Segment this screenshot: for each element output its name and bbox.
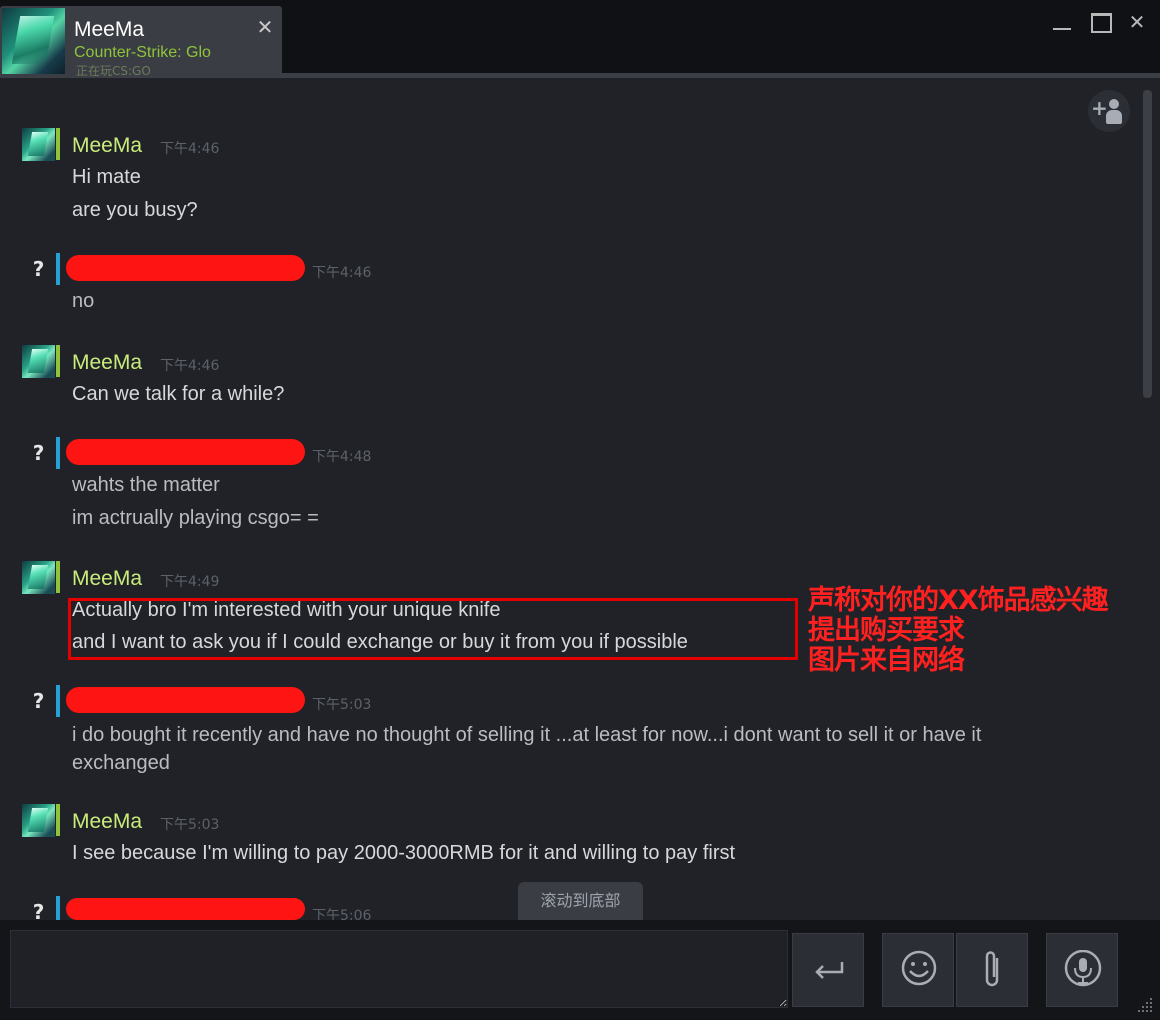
friend-indicator-bar xyxy=(56,804,60,836)
attach-button[interactable] xyxy=(956,933,1028,1007)
send-button[interactable] xyxy=(792,933,864,1007)
message-time: 下午5:03 xyxy=(312,697,372,713)
self-indicator-bar xyxy=(56,896,60,920)
emoji-button[interactable] xyxy=(882,933,954,1007)
sender-name[interactable]: MeeMa xyxy=(72,134,142,158)
friend-indicator-bar xyxy=(56,561,60,593)
tab-game-name: Counter-Strike: Glo xyxy=(74,44,211,61)
message-line: wahts the matter xyxy=(72,474,220,496)
friend-indicator-bar xyxy=(56,128,60,160)
message-time: 下午4:46 xyxy=(312,265,372,281)
meema-avatar[interactable] xyxy=(22,804,55,837)
message-input[interactable] xyxy=(10,930,788,1008)
message-time: 下午4:46 xyxy=(160,141,220,157)
maximize-icon[interactable] xyxy=(1088,10,1112,34)
self-indicator-bar xyxy=(56,437,60,469)
highlight-box xyxy=(68,598,798,660)
add-friend-icon[interactable] xyxy=(1088,90,1130,132)
message-time: 下午4:48 xyxy=(312,449,372,465)
message-time: 下午4:46 xyxy=(160,358,220,374)
chat-tab-meema[interactable]: MeeMa Counter-Strike: Glo 正在玩CS:GO ✕ xyxy=(0,6,282,78)
unknown-avatar-icon[interactable]: ? xyxy=(22,253,55,286)
minimize-icon[interactable] xyxy=(1050,10,1074,34)
friend-avatar xyxy=(2,8,65,74)
self-indicator-bar xyxy=(56,685,60,717)
send-icon xyxy=(815,962,844,979)
tab-close-icon[interactable]: ✕ xyxy=(256,17,274,37)
message-line: im actrually playing csgo= = xyxy=(72,507,319,529)
tab-status: 正在玩CS:GO xyxy=(76,64,151,78)
voice-button[interactable] xyxy=(1046,933,1118,1007)
microphone-icon xyxy=(1064,950,1102,987)
message-line: no xyxy=(72,290,95,312)
meema-avatar[interactable] xyxy=(22,128,55,161)
redacted-name xyxy=(66,439,305,465)
unknown-avatar-icon[interactable]: ? xyxy=(22,437,55,470)
message-line: are you busy? xyxy=(72,199,198,221)
tab-friend-name: MeeMa xyxy=(74,18,145,41)
emoji-icon xyxy=(901,950,937,986)
message-line: i do bought it recently and have no thou… xyxy=(72,724,982,774)
annotation-line: 图片来自网络 xyxy=(808,645,965,676)
self-indicator-bar xyxy=(56,253,60,285)
unknown-avatar-icon[interactable]: ? xyxy=(22,685,55,718)
message-line: I see because I'm willing to pay 2000-30… xyxy=(72,842,736,864)
sender-name[interactable]: MeeMa xyxy=(72,567,142,591)
message-line: Can we talk for a while? xyxy=(72,383,285,405)
resize-grip-icon[interactable] xyxy=(1136,996,1154,1014)
meema-avatar[interactable] xyxy=(22,345,55,378)
redacted-name xyxy=(66,255,305,281)
attach-icon xyxy=(985,951,999,987)
sender-name[interactable]: MeeMa xyxy=(72,810,142,834)
redacted-name xyxy=(66,898,305,920)
message-time: 下午4:49 xyxy=(160,574,220,590)
window-close-icon[interactable]: ✕ xyxy=(1125,10,1149,34)
friend-indicator-bar xyxy=(56,345,60,377)
message-line: Hi mate xyxy=(72,166,141,188)
sender-name[interactable]: MeeMa xyxy=(72,351,142,375)
chat-scrollbar[interactable] xyxy=(1143,90,1152,398)
redacted-name xyxy=(66,687,305,713)
message-time: 下午5:03 xyxy=(160,817,220,833)
meema-avatar[interactable] xyxy=(22,561,55,594)
scroll-to-bottom-button[interactable]: 滚动到底部 xyxy=(518,882,643,920)
